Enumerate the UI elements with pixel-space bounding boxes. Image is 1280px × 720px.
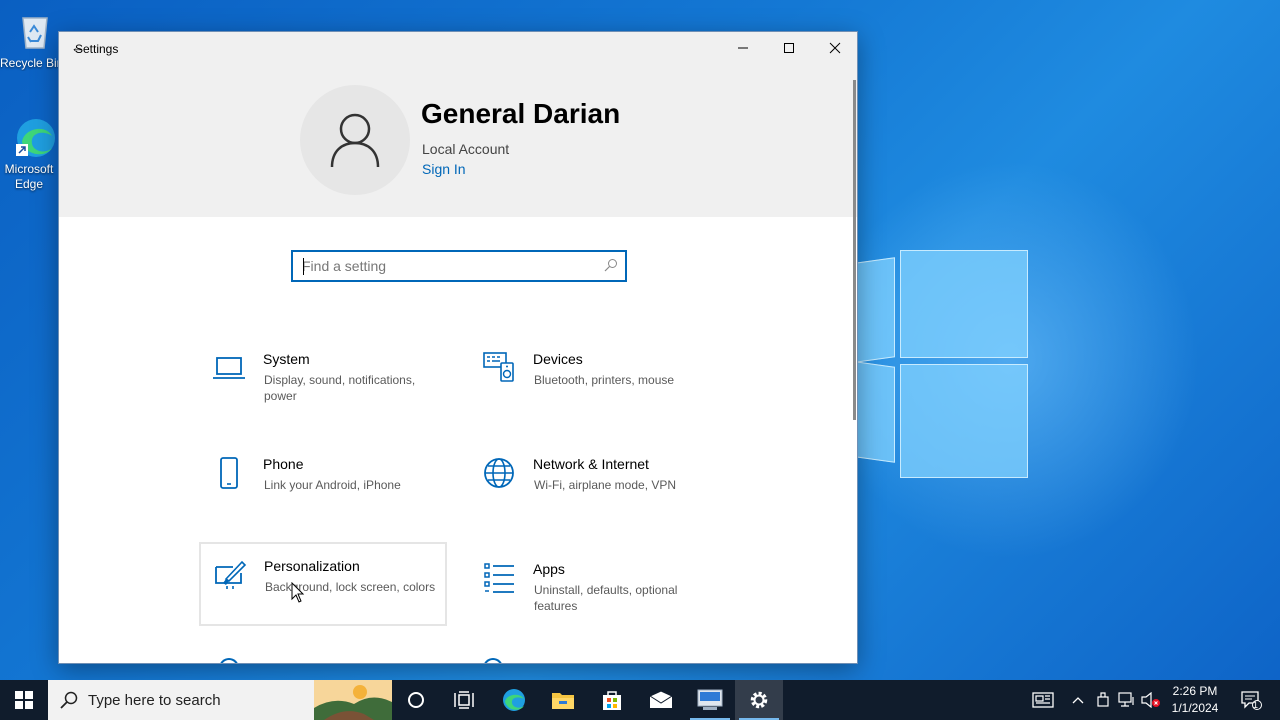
category-name: Phone [263, 456, 304, 472]
tray-volume-button[interactable] [1140, 680, 1162, 720]
avatar[interactable] [300, 85, 410, 195]
category-name: Network & Internet [533, 456, 649, 472]
taskbar-settings[interactable] [735, 680, 783, 720]
category-name: System [263, 351, 310, 367]
tray-news-button[interactable] [1028, 680, 1058, 720]
account-name: General Darian [421, 98, 621, 129]
search-input[interactable] [302, 252, 592, 280]
category-name: Devices [533, 351, 583, 367]
edge-icon [14, 116, 56, 158]
category-network[interactable]: Network & Internet Wi-Fi, airplane mode,… [470, 450, 718, 534]
devices-icon [482, 351, 516, 385]
tray-device-button[interactable] [1093, 680, 1113, 720]
taskbar-edge[interactable] [490, 680, 538, 720]
category-apps[interactable]: Apps Uninstall, defaults, optional featu… [470, 555, 718, 639]
cortana-button[interactable] [392, 680, 440, 720]
taskbar-mail[interactable] [637, 680, 685, 720]
taskbar-file-explorer[interactable] [539, 680, 587, 720]
minimize-icon [738, 47, 748, 49]
paintbrush-icon [213, 557, 247, 591]
settings-window: ← Settings General Darian Local Account … [58, 31, 858, 664]
start-button[interactable] [0, 680, 48, 720]
category-name: Apps [533, 561, 565, 577]
category-desc: Uninstall, defaults, optional features [534, 583, 678, 613]
search-icon[interactable] [604, 258, 618, 277]
category-time-partial[interactable] [483, 658, 503, 663]
remote-desktop-icon [697, 689, 723, 710]
folder-icon [552, 693, 574, 709]
network-wired-icon [1118, 692, 1134, 707]
chevron-up-icon [1072, 697, 1084, 704]
taskbar-store[interactable] [588, 680, 636, 720]
close-icon [829, 42, 841, 54]
action-center-button[interactable]: 1 [1236, 680, 1266, 720]
edge-icon [503, 689, 525, 711]
apps-list-icon [482, 561, 516, 595]
category-desc: Wi-Fi, airplane mode, VPN [534, 478, 677, 492]
taskbar: Type here to search 2:26 PM 1/1/2024 1 [0, 680, 1280, 720]
mouse-cursor-icon [291, 582, 305, 603]
taskbar-search-box[interactable]: Type here to search [48, 680, 392, 720]
task-view-icon [454, 691, 474, 709]
maximize-icon [784, 43, 794, 53]
category-system[interactable]: System Display, sound, notifications, po… [200, 345, 448, 429]
search-icon [60, 691, 78, 709]
category-desc: Display, sound, notifications, power [264, 373, 416, 403]
gear-icon [750, 691, 768, 709]
notification-count-badge: 1 [1253, 700, 1259, 710]
clock-time: 2:26 PM [1172, 684, 1218, 698]
laptop-icon [212, 351, 246, 385]
globe-icon [482, 456, 516, 490]
search-highlight-illustration-icon [314, 680, 392, 720]
category-desc: Bluetooth, printers, mouse [534, 373, 675, 387]
notification-icon [1241, 691, 1262, 710]
settings-search-box[interactable] [291, 250, 627, 282]
title-bar[interactable]: ← Settings [59, 32, 857, 66]
mail-icon [649, 691, 673, 708]
window-title: Settings [75, 42, 119, 56]
category-desc: Link your Android, iPhone [264, 478, 401, 492]
category-personalization[interactable]: Personalization Background, lock screen,… [199, 542, 447, 626]
phone-icon [212, 456, 246, 490]
taskbar-clock[interactable]: 2:26 PM 1/1/2024 [1162, 683, 1228, 717]
tray-network-button[interactable] [1116, 680, 1138, 720]
task-view-button[interactable] [440, 680, 488, 720]
account-header: General Darian Local Account Sign In [59, 66, 857, 217]
taskbar-search-placeholder: Type here to search [88, 691, 221, 709]
desktop-icon-label: Microsoft Edge [4, 162, 54, 191]
windows-logo-wallpaper [855, 240, 1030, 480]
windows-start-icon [15, 691, 33, 709]
cortana-circle-icon [408, 692, 424, 708]
category-name: Personalization [264, 558, 360, 574]
usb-device-icon [1097, 692, 1109, 707]
category-devices[interactable]: Devices Bluetooth, printers, mouse [470, 345, 718, 429]
maximize-button[interactable] [766, 32, 812, 64]
recycle-bin-icon [14, 10, 56, 52]
sign-in-link[interactable]: Sign In [422, 161, 466, 177]
taskbar-remote-desktop[interactable] [686, 680, 734, 720]
desktop-icon-label: Recycle Bin [0, 56, 58, 70]
user-icon [330, 113, 380, 168]
account-type: Local Account [422, 141, 510, 157]
tray-show-hidden-button[interactable] [1068, 680, 1088, 720]
category-accounts-partial[interactable] [219, 658, 239, 663]
close-button[interactable] [812, 32, 857, 64]
speaker-muted-icon [1141, 692, 1160, 708]
minimize-button[interactable] [720, 32, 766, 64]
text-caret [303, 258, 304, 275]
store-bag-icon [603, 691, 621, 710]
news-icon [1032, 692, 1054, 708]
category-phone[interactable]: Phone Link your Android, iPhone [200, 450, 448, 534]
clock-date: 1/1/2024 [1171, 701, 1219, 715]
scrollbar[interactable] [853, 80, 856, 420]
